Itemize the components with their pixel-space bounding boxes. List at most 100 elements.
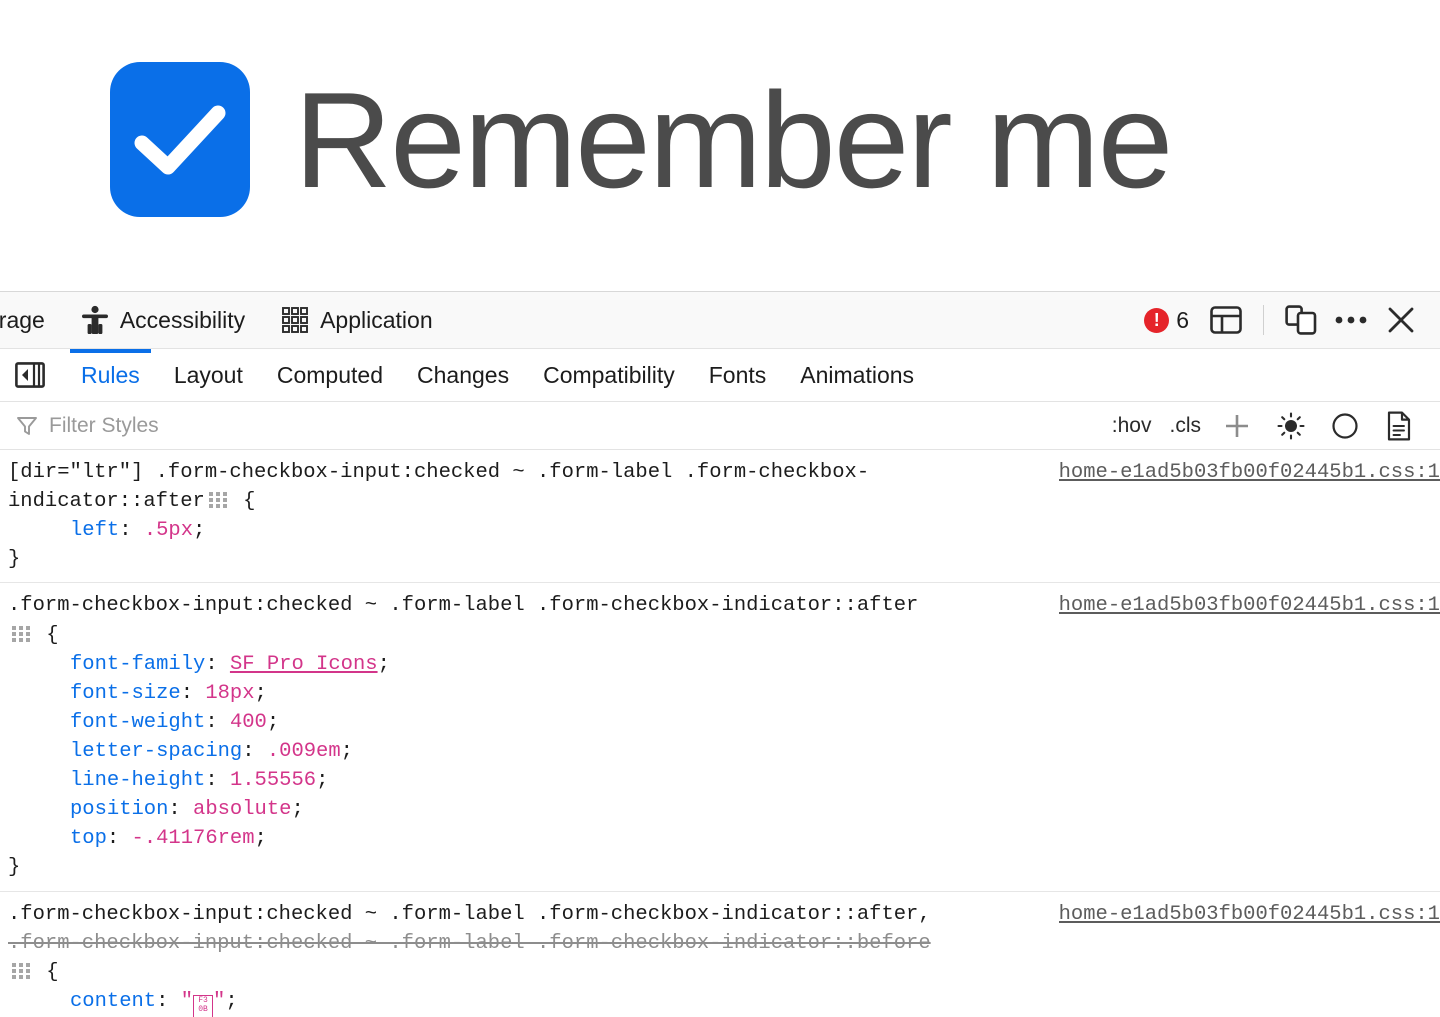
css-property[interactable]: left bbox=[70, 519, 119, 542]
sub-tab-label: Animations bbox=[800, 361, 915, 388]
open-brace: { bbox=[34, 960, 59, 984]
pseudo-grid-badge-icon[interactable] bbox=[12, 960, 30, 979]
tab-animations[interactable]: Animations bbox=[783, 349, 931, 401]
css-declaration[interactable]: letter-spacing: .009em; bbox=[8, 737, 1440, 766]
pseudo-grid-badge-icon[interactable] bbox=[208, 489, 227, 509]
selector-text-inactive: .form-checkbox-input:checked ~ .form-lab… bbox=[8, 931, 931, 955]
panel-layout-icon bbox=[1210, 306, 1242, 334]
tab-compatibility[interactable]: Compatibility bbox=[526, 349, 692, 401]
dark-mode-button[interactable] bbox=[1318, 406, 1372, 446]
sub-tab-label: Compatibility bbox=[543, 361, 675, 388]
css-rule: [dir="ltr"] .form-checkbox-input:checked… bbox=[0, 450, 1440, 584]
tab-rules[interactable]: Rules bbox=[64, 349, 157, 401]
css-rules-pane[interactable]: [dir="ltr"] .form-checkbox-input:checked… bbox=[0, 450, 1440, 1017]
css-declaration[interactable]: line-height: 1.55556; bbox=[8, 766, 1440, 795]
css-value[interactable]: 1.55556 bbox=[230, 769, 316, 792]
toggle-classes-button[interactable]: .cls bbox=[1161, 414, 1211, 438]
styles-filter-row: Filter Styles :hov .cls bbox=[0, 402, 1440, 450]
css-declaration[interactable]: top: -.41176rem; bbox=[8, 824, 1440, 853]
rule-source-link[interactable]: home-e1ad5b03fb00f02445b1.css:1 bbox=[1059, 900, 1440, 929]
collapse-sidebar-icon bbox=[15, 362, 45, 388]
rule-source-link[interactable]: home-e1ad5b03fb00f02445b1.css:1 bbox=[1059, 591, 1440, 620]
rule-header: .form-checkbox-input:checked ~ .form-lab… bbox=[8, 591, 1440, 649]
devtools-toolbar-actions: ! 6 bbox=[1144, 295, 1440, 345]
main-tab-label: orage bbox=[0, 306, 45, 333]
plus-icon bbox=[1223, 412, 1251, 440]
css-rule: .form-checkbox-input:checked ~ .form-lab… bbox=[0, 583, 1440, 892]
css-value[interactable]: SF Pro Icons bbox=[230, 653, 378, 676]
main-tab-label: Application bbox=[320, 306, 433, 333]
rule-header: .form-checkbox-input:checked ~ .form-lab… bbox=[8, 900, 1440, 987]
ellipsis-icon bbox=[1334, 314, 1368, 326]
search-input[interactable]: Filter Styles bbox=[49, 414, 159, 438]
css-value[interactable]: 400 bbox=[230, 711, 267, 734]
css-value[interactable]: -.41176rem bbox=[132, 827, 255, 850]
selector-text: .form-checkbox-input:checked ~ .form-lab… bbox=[8, 902, 931, 926]
close-brace: } bbox=[8, 548, 21, 572]
responsive-device-icon bbox=[1285, 305, 1317, 335]
open-brace: { bbox=[34, 623, 59, 647]
light-mode-button[interactable] bbox=[1264, 406, 1318, 446]
css-property[interactable]: content bbox=[70, 990, 156, 1013]
css-declaration[interactable]: font-family: SF Pro Icons; bbox=[8, 650, 1440, 679]
css-value[interactable]: " F3 0B " bbox=[181, 990, 225, 1017]
filter-funnel-icon bbox=[16, 415, 38, 437]
css-value[interactable]: .009em bbox=[267, 740, 341, 763]
add-rule-button[interactable] bbox=[1210, 406, 1264, 446]
sub-tab-label: Computed bbox=[276, 361, 383, 388]
css-property[interactable]: letter-spacing bbox=[70, 740, 242, 763]
sub-tab-label: Fonts bbox=[708, 361, 767, 388]
pseudo-grid-badge-icon[interactable] bbox=[12, 623, 30, 642]
styles-sub-tabbar: Rules Layout Computed Changes Compatibil… bbox=[0, 349, 1440, 402]
sidebar-toggle-button[interactable] bbox=[10, 355, 50, 395]
rule-source-link[interactable]: home-e1ad5b03fb00f02445b1.css:1 bbox=[1059, 458, 1440, 487]
rule-selector[interactable]: .form-checkbox-input:checked ~ .form-lab… bbox=[8, 900, 1059, 987]
document-icon bbox=[1386, 411, 1412, 441]
web-page-content: Remember me bbox=[0, 0, 1440, 292]
error-exclamation-icon: ! bbox=[1144, 307, 1170, 333]
main-tab-application[interactable]: Application bbox=[263, 292, 451, 348]
css-rule: .form-checkbox-input:checked ~ .form-lab… bbox=[0, 892, 1440, 1017]
css-declaration[interactable]: position: absolute; bbox=[8, 795, 1440, 824]
accessibility-person-icon bbox=[81, 305, 109, 335]
error-badge[interactable]: ! 6 bbox=[1144, 307, 1189, 334]
css-property[interactable]: font-weight bbox=[70, 711, 205, 734]
css-property[interactable]: position bbox=[70, 798, 168, 821]
css-value[interactable]: 18px bbox=[205, 682, 254, 705]
print-styles-button[interactable] bbox=[1372, 406, 1426, 446]
css-declaration[interactable]: font-size: 18px; bbox=[8, 679, 1440, 708]
filter-input-wrap[interactable]: Filter Styles bbox=[16, 414, 1103, 438]
close-devtools-button[interactable] bbox=[1376, 295, 1426, 345]
main-tab-list: orage Accessibility bbox=[0, 292, 1144, 348]
more-options-button[interactable] bbox=[1326, 295, 1376, 345]
tab-layout[interactable]: Layout bbox=[157, 349, 260, 401]
dock-panel-layout-button[interactable] bbox=[1201, 295, 1251, 345]
page-title: Remember me bbox=[294, 63, 1173, 216]
main-tab-accessibility[interactable]: Accessibility bbox=[63, 292, 263, 348]
tab-changes[interactable]: Changes bbox=[400, 349, 526, 401]
missing-glyph-box-icon: F3 0B bbox=[193, 994, 214, 1017]
remember-me-row: Remember me bbox=[110, 62, 1173, 217]
devtools-main-tabbar: orage Accessibility bbox=[0, 292, 1440, 349]
css-declaration[interactable]: font-weight: 400; bbox=[8, 708, 1440, 737]
device-emulation-button[interactable] bbox=[1276, 295, 1326, 345]
tab-fonts[interactable]: Fonts bbox=[692, 349, 784, 401]
main-tab-storage[interactable]: orage bbox=[0, 292, 63, 348]
css-declaration[interactable]: left: .5px; bbox=[8, 516, 1440, 545]
close-x-icon bbox=[1386, 305, 1416, 335]
css-property[interactable]: line-height bbox=[70, 769, 205, 792]
css-property[interactable]: top bbox=[70, 827, 107, 850]
toggle-hover-states-button[interactable]: :hov bbox=[1103, 414, 1161, 438]
css-declaration[interactable]: content: " F3 0B "; bbox=[8, 987, 1440, 1017]
css-property[interactable]: font-size bbox=[70, 682, 181, 705]
sub-tab-label: Changes bbox=[417, 361, 510, 388]
tab-computed[interactable]: Computed bbox=[260, 349, 400, 401]
rule-selector[interactable]: .form-checkbox-input:checked ~ .form-lab… bbox=[8, 591, 1059, 649]
checked-checkbox-icon[interactable] bbox=[110, 62, 250, 217]
selector-text: .form-checkbox-input:checked ~ .form-lab… bbox=[8, 594, 919, 618]
css-property[interactable]: font-family bbox=[70, 653, 205, 676]
css-value[interactable]: absolute bbox=[193, 798, 291, 821]
css-value[interactable]: .5px bbox=[144, 519, 193, 542]
selector-text: [dir="ltr"] .form-checkbox-input:checked… bbox=[8, 461, 870, 484]
rule-selector[interactable]: [dir="ltr"] .form-checkbox-input:checked… bbox=[8, 458, 1059, 516]
